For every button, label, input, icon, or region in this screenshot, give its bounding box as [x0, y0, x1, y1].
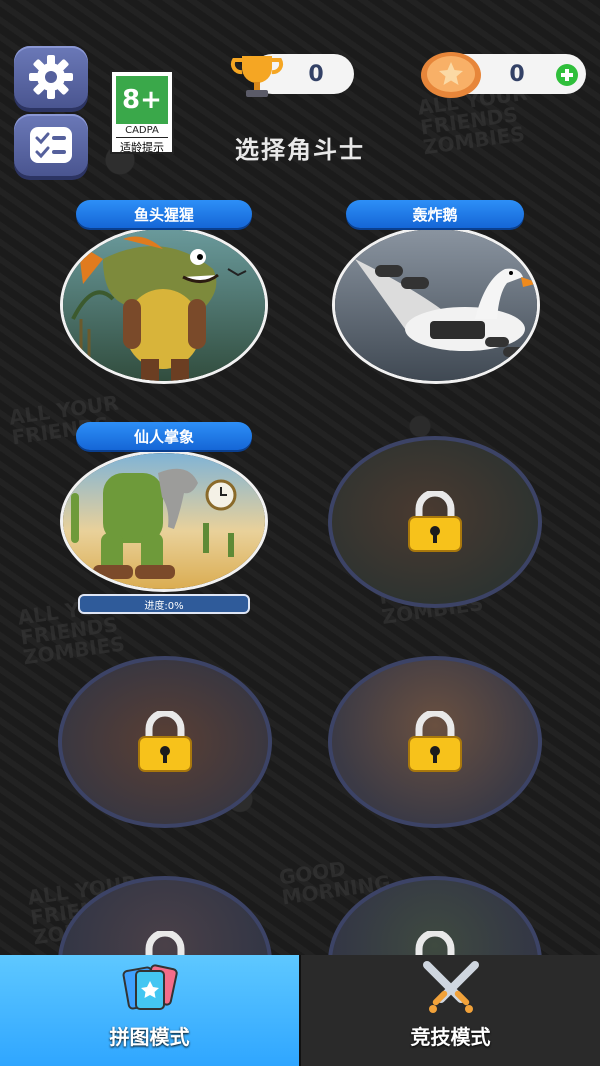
fighter-card-5-locked[interactable] [58, 656, 272, 828]
fighter-name-2: 轰炸鹅 [346, 200, 524, 228]
gear-icon [29, 55, 73, 99]
fighter-name-3: 仙人掌象 [76, 422, 252, 450]
tab-label: 拼图模式 [109, 1025, 190, 1049]
fighter-card-4-locked[interactable] [328, 436, 542, 608]
add-coins-button[interactable] [556, 64, 578, 86]
crossed-swords-icon [422, 961, 479, 1013]
cards-icon [122, 964, 178, 1010]
fighter-progress-3: 进度:0% [78, 594, 250, 614]
fighter-portrait-2 [332, 226, 540, 384]
fighter-card-1[interactable]: 鱼头猩猩 [60, 200, 268, 384]
lock-icon [138, 711, 192, 772]
age-rating-value: 8+ [116, 76, 168, 124]
page-title: 选择角斗士 [235, 136, 365, 164]
lock-icon [408, 491, 462, 552]
tab-puzzle-mode[interactable]: 拼图模式 [0, 955, 299, 1066]
coin-count: 0 [509, 61, 525, 87]
settings-button[interactable] [14, 46, 88, 108]
tab-label: 竞技模式 [410, 1025, 491, 1049]
fighter-card-6-locked[interactable] [328, 656, 542, 828]
fighter-portrait-3 [60, 450, 268, 592]
coin-icon [421, 52, 481, 98]
bottom-tab-bar: 拼图模式 竞技模式 [0, 955, 600, 1066]
fighter-card-3[interactable]: 仙人掌象 [60, 422, 268, 592]
trophy-count: 0 [308, 61, 324, 87]
plus-icon [561, 69, 573, 81]
tab-arena-mode[interactable]: 竞技模式 [299, 955, 600, 1066]
fighter-card-2[interactable]: 轰炸鹅 [332, 200, 540, 384]
fighter-portrait-1 [60, 226, 268, 384]
trophy-icon [230, 56, 284, 97]
lock-icon [408, 711, 462, 772]
fighter-name-1: 鱼头猩猩 [76, 200, 252, 228]
